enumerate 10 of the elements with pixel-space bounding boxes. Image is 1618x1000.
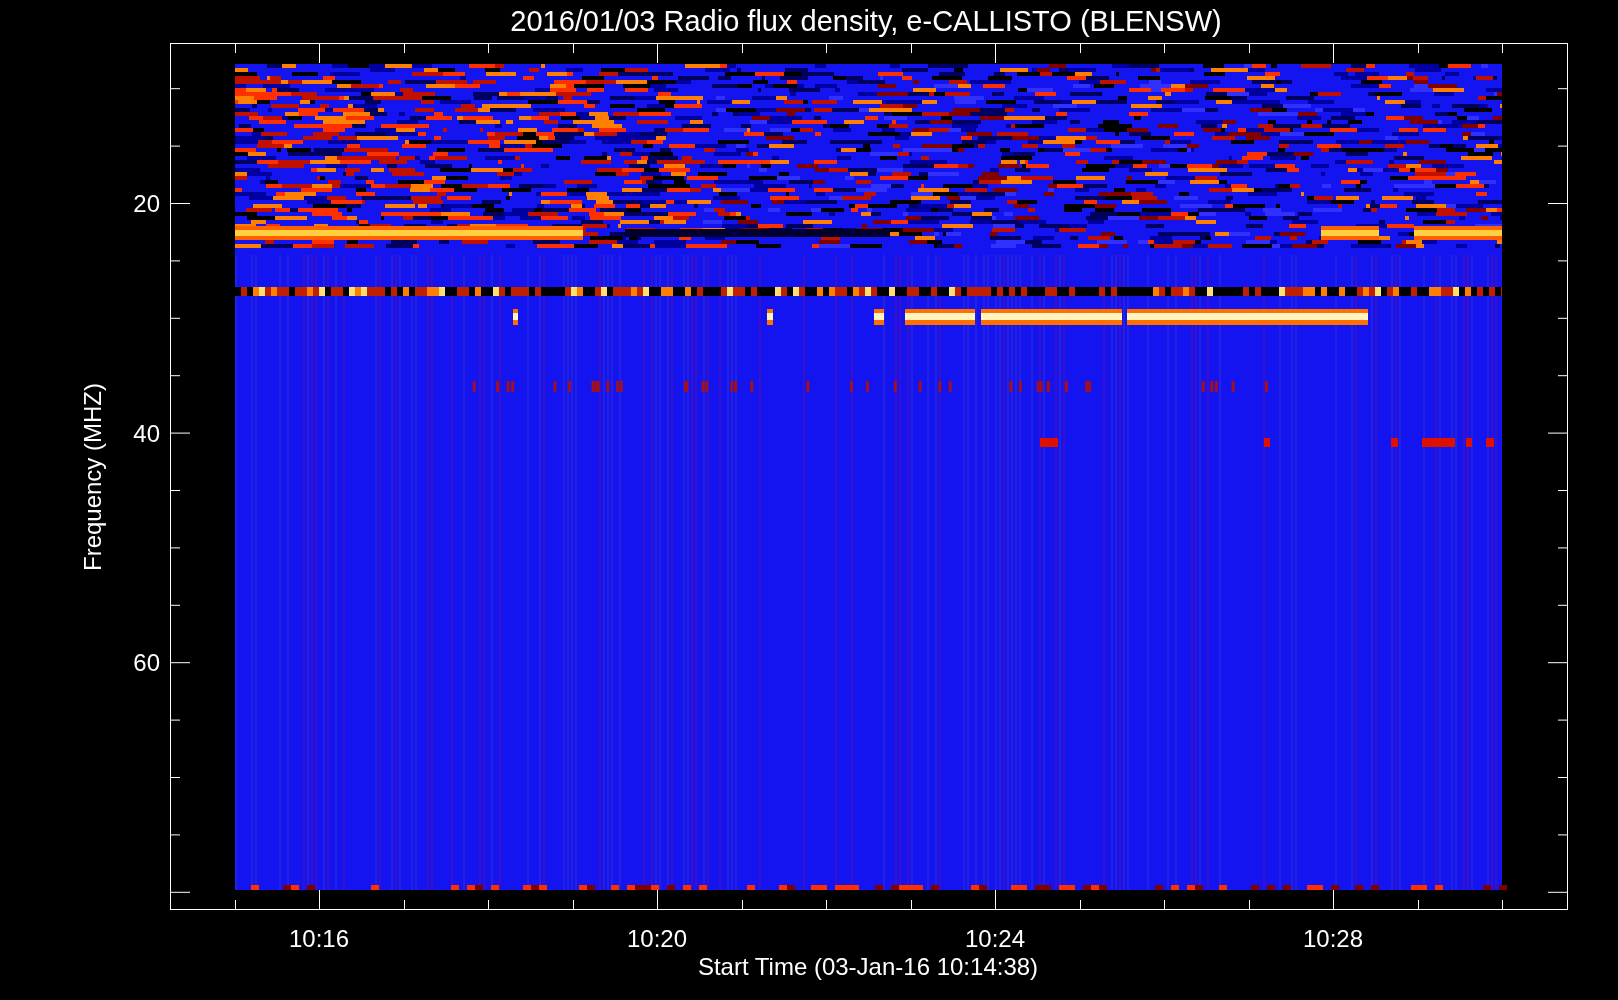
axis-tick-label: 60 [133, 649, 160, 677]
axis-tick-label: 10:20 [626, 925, 688, 952]
axis-tick-label: 40 [133, 419, 160, 447]
chart-title: 2016/01/03 Radio flux density, e-CALLISTO (BLENSW) [510, 5, 1222, 37]
axis-tick-label: 10:16 [288, 925, 350, 952]
axis-tick-label: 20 [133, 190, 160, 217]
axis-title: Start Time (03-Jan-16 10:14:38) [697, 953, 1039, 980]
axis-title: Frequency (MHZ) [79, 383, 106, 571]
axis-tick-label: 10:28 [1302, 925, 1364, 952]
axis-tick-label: 10:24 [964, 925, 1026, 952]
